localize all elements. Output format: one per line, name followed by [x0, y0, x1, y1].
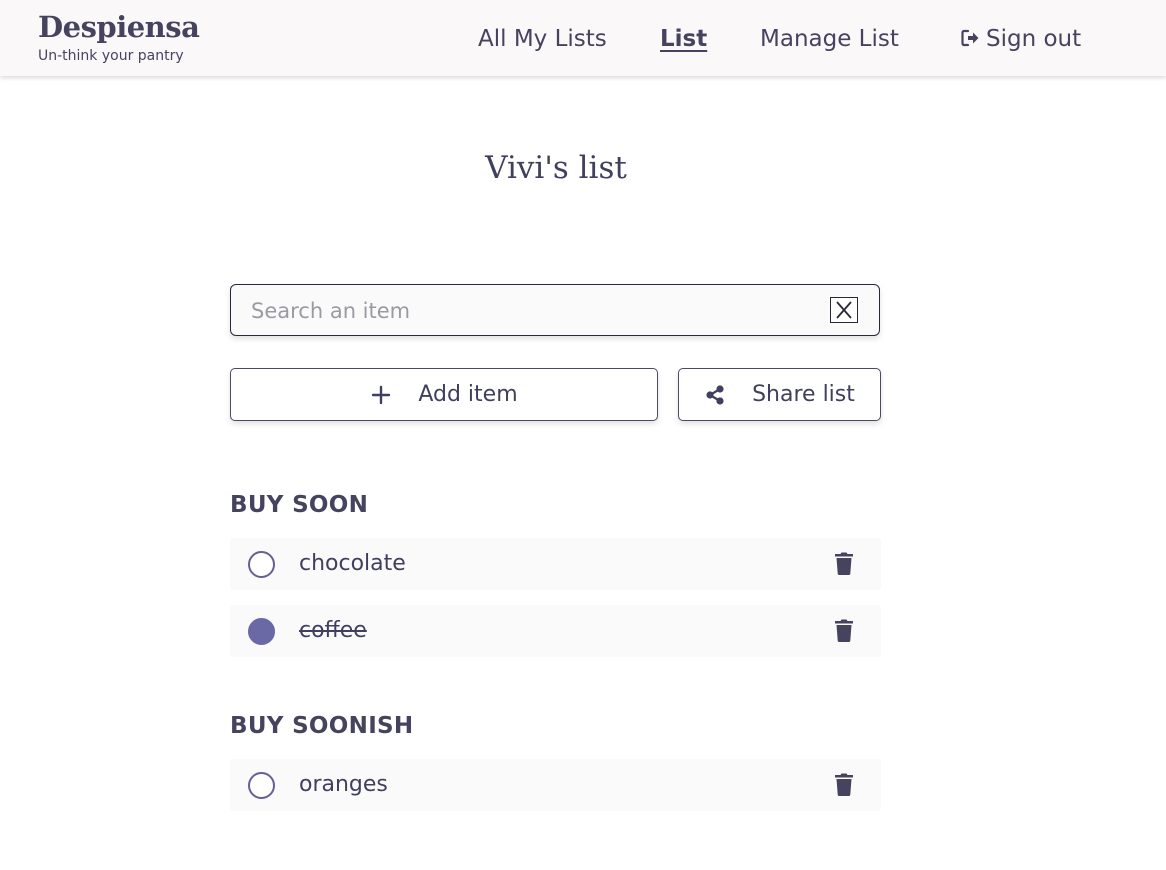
section-heading-buy-soonish: BUY SOONISH — [230, 713, 414, 739]
delete-item-button[interactable] — [834, 619, 854, 642]
search-box — [230, 284, 880, 337]
brand[interactable]: Despiensa Un-think your pantry — [38, 8, 200, 64]
close-icon — [836, 301, 852, 319]
item-label: coffee — [299, 618, 367, 643]
item-checkbox[interactable] — [248, 551, 275, 578]
nav-all-my-lists[interactable]: All My Lists — [478, 24, 607, 54]
item-checkbox[interactable] — [248, 772, 275, 799]
brand-name[interactable]: Despiensa — [38, 8, 200, 46]
delete-item-button[interactable] — [834, 773, 854, 796]
trash-icon — [835, 773, 853, 796]
trash-icon — [835, 619, 853, 642]
item-checkbox[interactable] — [248, 618, 275, 645]
share-icon — [704, 384, 726, 406]
brand-tagline: Un-think your pantry — [38, 48, 184, 64]
add-item-button[interactable]: Add item — [230, 368, 658, 421]
item-label: chocolate — [299, 551, 406, 576]
plus-icon — [370, 384, 392, 406]
item-label: oranges — [299, 772, 388, 797]
top-navbar: Despiensa Un-think your pantry All My Li… — [0, 0, 1166, 76]
page-title: Vivi's list — [485, 150, 627, 186]
nav-sign-out[interactable]: Sign out — [960, 24, 1081, 54]
clear-search-button[interactable] — [830, 297, 858, 323]
list-item-coffee: coffee — [230, 605, 881, 657]
share-list-label: Share list — [752, 382, 855, 407]
list-item-oranges: oranges — [230, 759, 881, 811]
delete-item-button[interactable] — [834, 552, 854, 575]
nav-list[interactable]: List — [660, 24, 707, 54]
sign-out-icon — [960, 28, 980, 48]
share-list-button[interactable]: Share list — [678, 368, 881, 421]
search-input[interactable] — [249, 285, 813, 337]
add-item-label: Add item — [418, 382, 518, 407]
trash-icon — [835, 552, 853, 575]
sign-out-label: Sign out — [986, 26, 1082, 52]
section-heading-buy-soon: BUY SOON — [230, 492, 369, 518]
nav-manage-list[interactable]: Manage List — [760, 24, 899, 54]
list-item-chocolate: chocolate — [230, 538, 881, 590]
